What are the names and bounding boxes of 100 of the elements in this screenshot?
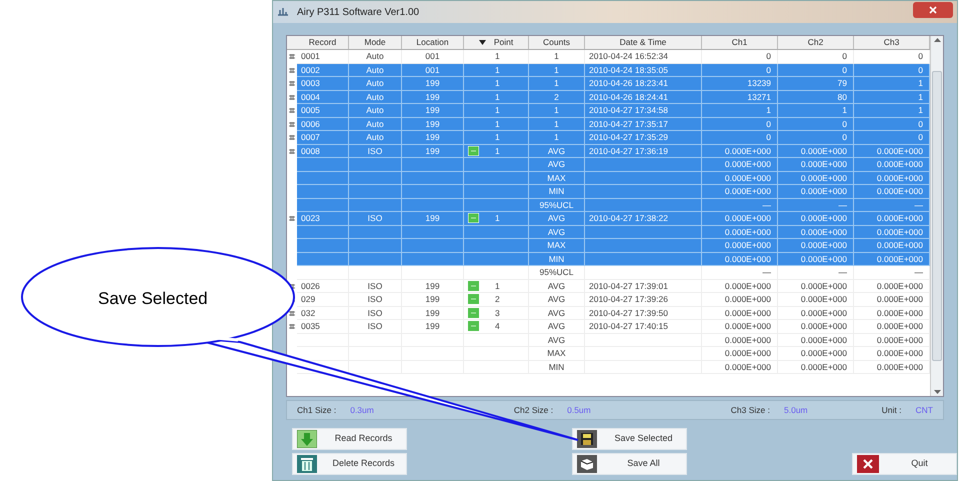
table-cell: 0005 <box>301 104 320 117</box>
table-cell: MAX <box>547 347 566 360</box>
table-cell: Auto <box>366 131 384 144</box>
table-cell: 1 <box>495 144 500 158</box>
table-cell: 0026 <box>301 280 320 292</box>
table-cell: MAX <box>547 239 566 252</box>
size-value: 0.3um <box>350 404 374 416</box>
window-title: Airy P311 Software Ver1.00 <box>297 6 420 20</box>
table-cell: Auto <box>366 50 384 63</box>
table-cell: 2010-04-27 17:36:19 <box>589 144 668 158</box>
drive-icon <box>577 455 597 473</box>
table-row[interactable]: 95%UCL — — — <box>297 266 930 280</box>
table-row[interactable]: AVG 0.000E+000 0.000E+000 0.000E+000 <box>297 334 930 347</box>
table-cell: ISO <box>368 212 382 225</box>
table-cell: 0 <box>842 64 847 76</box>
table-cell: 0.000E+000 <box>724 306 771 320</box>
table-cell: 2010-04-27 17:35:17 <box>589 118 668 130</box>
table-cell: 2 <box>495 293 500 306</box>
table-cell: 0.000E+000 <box>876 212 923 225</box>
table-row[interactable]: 0035 ISO 199 4 AVG 2010-04-27 17:40:15 0.000E+000 0.000E+000 0.000E+000 <box>297 320 930 334</box>
table-cell: 0.000E+000 <box>800 212 847 225</box>
table-cell: AVG <box>548 226 566 238</box>
table-cell: 13271 <box>747 90 771 104</box>
column-header[interactable]: Ch2 <box>778 36 854 49</box>
column-header[interactable]: Location <box>402 36 464 49</box>
table-cell: 80 <box>838 90 847 104</box>
toolbar-button[interactable]: Delete Records <box>292 453 407 475</box>
table-row[interactable]: 032 ISO 199 3 AVG 2010-04-27 17:39:50 0.000E+000 0.000E+000 0.000E+000 <box>297 306 930 320</box>
table-cell: 0006 <box>301 118 320 130</box>
row-marker-icon <box>289 108 295 113</box>
table-cell: 001 <box>425 50 440 63</box>
column-header[interactable]: Counts <box>529 36 585 49</box>
table-cell: 1 <box>495 50 500 63</box>
table-cell: 0 <box>766 50 771 63</box>
table-cell: — <box>914 198 923 212</box>
table-cell: 199 <box>425 320 440 333</box>
table-cell: 2010-04-27 17:35:29 <box>589 131 668 144</box>
table-cell: MIN <box>548 360 564 374</box>
table-cell: 0.000E+000 <box>876 239 923 252</box>
table-cell: 13239 <box>747 77 771 90</box>
table-cell: 2010-04-26 18:24:41 <box>589 90 668 104</box>
row-marker-icon <box>289 94 295 100</box>
column-header[interactable]: Ch1 <box>702 36 778 49</box>
table-cell: 1 <box>554 77 559 90</box>
table-cell: 0.000E+000 <box>724 226 771 238</box>
table-cell: AVG <box>548 320 566 333</box>
table-cell: 95%UCL <box>539 266 574 279</box>
row-marker-icon <box>289 135 295 140</box>
table-cell: ISO <box>368 280 382 292</box>
toolbar-button[interactable]: Read Records <box>292 428 407 450</box>
toolbar-button[interactable]: Save Selected <box>572 428 687 450</box>
table-cell: 1 <box>554 50 559 63</box>
table-cell: 0.000E+000 <box>876 172 923 184</box>
table-cell: 0.000E+000 <box>800 185 847 198</box>
table-cell: 0.000E+000 <box>800 158 847 171</box>
column-header[interactable]: Mode <box>349 36 402 49</box>
table-cell: 1 <box>495 212 500 225</box>
table-row[interactable]: 0001 Auto 001 1 1 2010-04-24 16:52:34 0 0 0 <box>297 50 930 64</box>
table-cell: 199 <box>425 280 440 292</box>
table-cell: 2 <box>554 90 559 104</box>
table-row[interactable]: 029 ISO 199 2 AVG 2010-04-27 17:39:26 0.000E+000 0.000E+000 0.000E+000 <box>297 293 930 306</box>
table-cell: 199 <box>425 131 440 144</box>
scroll-thumb[interactable] <box>932 71 942 361</box>
table-cell: 1 <box>554 64 559 76</box>
table-cell: AVG <box>548 144 566 158</box>
down-arrow-icon <box>297 430 317 448</box>
table-cell: 0.000E+000 <box>724 347 771 360</box>
column-header[interactable]: Point <box>464 36 529 49</box>
table-cell: 0.000E+000 <box>724 239 771 252</box>
table-cell: AVG <box>548 280 566 292</box>
table-cell: 0001 <box>301 50 320 63</box>
column-header[interactable]: Date & Time <box>585 36 702 49</box>
table-cell: — <box>762 198 771 212</box>
table-cell: 199 <box>425 144 440 158</box>
table-cell: 199 <box>425 293 440 306</box>
table-cell: 0007 <box>301 131 320 144</box>
table-cell: 0 <box>766 64 771 76</box>
toolbar-button[interactable]: Save All <box>572 453 687 475</box>
size-value: 0.5um <box>567 404 591 416</box>
scroll-down-icon <box>934 390 940 394</box>
toolbar-button[interactable]: Quit <box>852 453 957 475</box>
table-cell: 0.000E+000 <box>876 320 923 333</box>
table-cell: 2010-04-27 17:40:15 <box>589 320 668 333</box>
table-cell: MAX <box>547 172 566 184</box>
scrollbar[interactable] <box>930 36 943 396</box>
close-button[interactable] <box>913 2 953 18</box>
table-cell: 0.000E+000 <box>724 293 771 306</box>
table-row[interactable]: 0026 ISO 199 1 AVG 2010-04-27 17:39:01 0.000E+000 0.000E+000 0.000E+000 <box>297 280 930 293</box>
column-header[interactable]: Record <box>297 36 349 49</box>
table-cell: 1 <box>495 280 500 292</box>
table-cell: 1 <box>918 90 923 104</box>
table-cell: 029 <box>301 293 316 306</box>
table-cell: ISO <box>368 306 382 320</box>
table-cell: MIN <box>548 185 564 198</box>
table-cell: 2010-04-27 17:39:01 <box>589 280 668 292</box>
table-cell: 0.000E+000 <box>800 347 847 360</box>
table-cell: 0.000E+000 <box>800 172 847 184</box>
table-cell: — <box>914 266 923 279</box>
table-cell: 0 <box>766 131 771 144</box>
size-label: Ch1 Size : <box>297 404 336 416</box>
